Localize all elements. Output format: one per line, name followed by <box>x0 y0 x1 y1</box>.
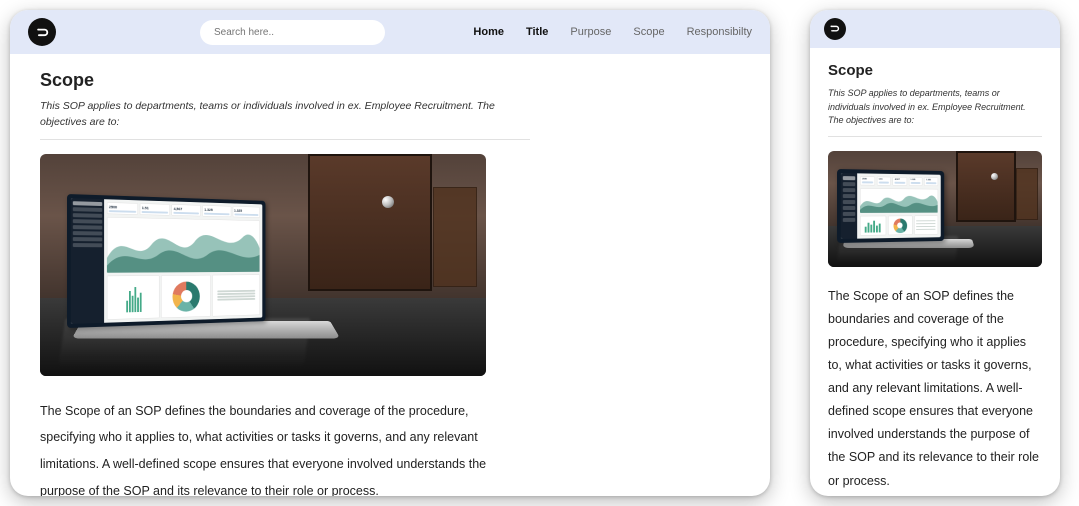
nav-item-purpose[interactable]: Purpose <box>570 26 611 38</box>
dashboard-stats: 2500 1.51 4,567 1.325 1.325 <box>107 202 260 218</box>
hero-laptop: 2500 1.51 4,567 1.325 1.325 <box>837 169 970 255</box>
stat-value: 1.51 <box>878 179 889 181</box>
dashboard-sidebar <box>71 198 104 323</box>
nav-item-title[interactable]: Title <box>526 26 548 38</box>
stat-value: 4,567 <box>173 206 199 211</box>
search-wrapper <box>200 20 385 45</box>
page-body: The Scope of an SOP defines the boundari… <box>828 285 1042 493</box>
dashboard-sidebar <box>840 173 857 239</box>
hero-door-knob <box>991 173 998 180</box>
dashboard: 2500 1.51 4,567 1.325 1.325 <box>71 198 262 323</box>
stat-value: 4,567 <box>894 179 904 181</box>
content: Scope This SOP applies to departments, t… <box>10 54 770 496</box>
nav-item-home[interactable]: Home <box>473 26 504 38</box>
dashboard-bottom <box>107 274 260 319</box>
stat-value: 1.325 <box>204 207 229 212</box>
search-input[interactable] <box>200 20 385 45</box>
stat-value: 1.51 <box>142 205 169 211</box>
dashboard-main: 2500 1.51 4,567 1.325 1.325 <box>104 199 262 322</box>
dashboard-bars <box>107 275 160 319</box>
stat-value: 2500 <box>109 204 137 210</box>
logo-icon[interactable] <box>28 18 56 46</box>
page-subtitle: This SOP applies to departments, teams o… <box>828 87 1042 128</box>
dashboard-main: 2500 1.51 4,567 1.325 1.325 <box>857 173 940 238</box>
content: Scope This SOP applies to departments, t… <box>810 48 1060 496</box>
hero-shelf <box>433 187 478 287</box>
hero-image: 2500 1.51 4,567 1.325 1.325 <box>40 154 486 376</box>
logo-icon[interactable] <box>824 18 846 40</box>
stat-value: 1.325 <box>910 179 920 181</box>
dashboard-pie <box>161 275 211 317</box>
page-title: Scope <box>828 62 1042 79</box>
page-subtitle: This SOP applies to departments, teams o… <box>40 99 530 131</box>
hero-shelf <box>1016 168 1037 220</box>
nav-item-scope[interactable]: Scope <box>633 26 664 38</box>
hero-door-knob <box>382 196 394 208</box>
dashboard: 2500 1.51 4,567 1.325 1.325 <box>840 173 940 239</box>
nav-item-responsibility[interactable]: Responsibilty <box>687 26 752 38</box>
laptop-screen: 2500 1.51 4,567 1.325 1.325 <box>837 169 944 243</box>
subtitle-wrap: This SOP applies to departments, teams o… <box>40 99 530 140</box>
laptop-screen: 2500 1.51 4,567 1.325 1.325 <box>67 194 265 328</box>
hero-image: 2500 1.51 4,567 1.325 1.325 <box>828 151 1042 267</box>
nav: Home Title Purpose Scope Responsibilty <box>473 26 752 38</box>
stat-value: 1.325 <box>234 208 258 213</box>
dashboard-chart <box>107 216 260 272</box>
mobile-preview: Scope This SOP applies to departments, t… <box>810 10 1060 496</box>
stat-value: 2500 <box>862 178 873 180</box>
desktop-preview: Home Title Purpose Scope Responsibilty S… <box>10 10 770 496</box>
page-body: The Scope of an SOP defines the boundari… <box>40 398 492 497</box>
dashboard-lines <box>212 274 259 315</box>
hero-door <box>308 154 433 292</box>
hero-laptop: 2500 1.51 4,567 1.325 1.325 <box>67 193 326 348</box>
header-bar: Home Title Purpose Scope Responsibilty <box>10 10 770 54</box>
stat-value: 1.325 <box>926 179 936 181</box>
subtitle-wrap: This SOP applies to departments, teams o… <box>828 87 1042 137</box>
page-title: Scope <box>40 70 740 91</box>
header-bar <box>810 10 1060 48</box>
